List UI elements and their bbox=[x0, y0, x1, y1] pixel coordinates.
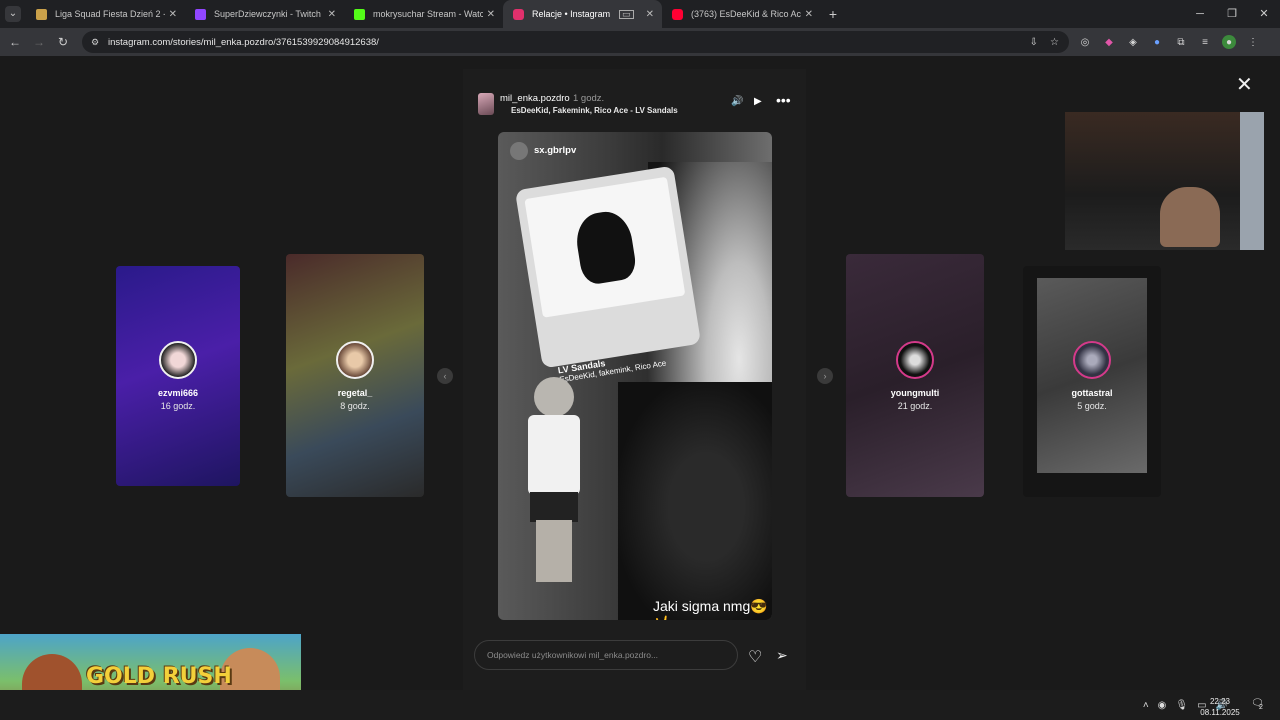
story-username: ezvmi666 bbox=[157, 388, 199, 398]
browser-tab-2[interactable]: mokrysuchar Stream - Watch Li ✕ bbox=[344, 0, 503, 28]
side-story-youngmulti[interactable]: youngmulti 21 godz. bbox=[846, 254, 984, 497]
clock-time: 22:23 bbox=[1209, 697, 1231, 706]
notification-icon[interactable]: 🗨 2 bbox=[1251, 698, 1265, 712]
jacket-shape bbox=[618, 382, 772, 620]
heart-icon[interactable]: ♡ bbox=[748, 647, 762, 667]
volume-icon[interactable]: 🔊 bbox=[731, 96, 743, 107]
previous-story-arrow[interactable]: ‹ bbox=[437, 368, 453, 384]
diamond-extension-icon[interactable]: ◈ bbox=[1126, 35, 1140, 49]
install-app-icon[interactable]: ⇩ bbox=[1030, 37, 1038, 48]
badge-extension-icon[interactable]: ● bbox=[1150, 35, 1164, 49]
avatar bbox=[510, 142, 528, 160]
wall-shape bbox=[1240, 112, 1264, 250]
shield-extension-icon[interactable]: ◆ bbox=[1102, 35, 1116, 49]
side-story-gottastral[interactable]: gottastral 5 godz. bbox=[1023, 266, 1161, 497]
tab-close-icon[interactable]: ✕ bbox=[805, 9, 813, 20]
story-time: 16 godz. bbox=[160, 401, 196, 411]
tab-title: (3763) EsDeeKid & Rico Ace - P bbox=[691, 9, 801, 19]
story-username[interactable]: mil_enka.pozdro bbox=[500, 93, 570, 104]
next-story-arrow[interactable]: › bbox=[817, 368, 833, 384]
tab-close-icon[interactable]: ✕ bbox=[169, 9, 177, 20]
music-label[interactable]: EsDeeKid, Fakemink, Rico Ace - LV Sandal… bbox=[511, 106, 678, 115]
story-username: regetal_ bbox=[337, 388, 373, 398]
browser-tab-3[interactable]: Relacje • Instagram ▭ ✕ bbox=[503, 0, 662, 28]
new-tab-button[interactable]: + bbox=[821, 6, 845, 22]
story-time: 21 godz. bbox=[897, 401, 933, 411]
story-time: 8 godz. bbox=[340, 401, 370, 411]
reply-input[interactable] bbox=[487, 647, 727, 663]
browser-tab-4[interactable]: (3763) EsDeeKid & Rico Ace - P ✕ bbox=[662, 0, 821, 28]
profile-avatar[interactable]: ● bbox=[1222, 35, 1236, 49]
chevron-down-icon: ⌄ bbox=[5, 6, 21, 22]
extensions-area: ◎ ◆ ◈ ● ⧉ ≡ ● ⋮ bbox=[1078, 31, 1260, 53]
story-username: gottastral bbox=[1071, 388, 1113, 398]
mention-tag[interactable]: sx.gbrlpv bbox=[534, 145, 576, 156]
story-username: youngmulti bbox=[890, 388, 940, 398]
incognito-icon[interactable]: ◎ bbox=[1078, 35, 1092, 49]
tab-title: Liga Squad Fiesta Dzień 2 - prz bbox=[55, 9, 165, 19]
browser-toolbar: ← → ↻ ⚙ instagram.com/stories/mil_enka.p… bbox=[0, 28, 1280, 56]
browser-tab-0[interactable]: Liga Squad Fiesta Dzień 2 - prz ✕ bbox=[26, 0, 185, 28]
story-media[interactable]: LV Sandals EsDeeKid, fakemink, Rico Ace … bbox=[498, 132, 772, 620]
close-window-button[interactable]: ✕ bbox=[1248, 0, 1280, 28]
story-caption: Jaki sigma nmg😎🤘 bbox=[653, 598, 768, 620]
minimize-button[interactable]: ─ bbox=[1184, 0, 1216, 28]
tab-title: mokrysuchar Stream - Watch Li bbox=[373, 9, 483, 19]
microphone-icon[interactable]: 🎙 bbox=[1175, 700, 1188, 711]
back-arrow-icon[interactable]: ← bbox=[3, 35, 27, 49]
send-icon[interactable]: ➢ bbox=[776, 647, 788, 664]
restore-button[interactable]: ❐ bbox=[1216, 0, 1248, 28]
close-icon[interactable]: ✕ bbox=[1236, 72, 1253, 97]
address-bar[interactable]: ⚙ instagram.com/stories/mil_enka.pozdro/… bbox=[82, 31, 1069, 53]
anime-character-sticker bbox=[514, 377, 594, 592]
tab-favicon bbox=[672, 8, 683, 20]
site-info-icon[interactable]: ⚙ bbox=[88, 37, 102, 48]
more-menu-icon[interactable]: ⋮ bbox=[1246, 35, 1260, 49]
avatar bbox=[1073, 341, 1111, 379]
avatar bbox=[336, 341, 374, 379]
clock[interactable]: 22:23 08.11.2025 bbox=[1200, 696, 1240, 718]
tab-favicon bbox=[36, 8, 47, 20]
side-story-ezvmi666[interactable]: ezvmi666 16 godz. bbox=[116, 266, 240, 486]
music-sticker bbox=[514, 165, 702, 369]
forward-arrow-icon[interactable]: → bbox=[27, 35, 51, 49]
avatar bbox=[896, 341, 934, 379]
reply-field[interactable] bbox=[474, 640, 738, 670]
tab-favicon bbox=[195, 8, 206, 20]
play-icon[interactable]: ▶ bbox=[754, 96, 762, 107]
tab-favicon bbox=[513, 8, 524, 20]
tab-title: Relacje • Instagram bbox=[532, 9, 611, 19]
tab-title: SuperDziewczynki - Twitch bbox=[214, 9, 321, 19]
browser-tab-strip: ⌄ Liga Squad Fiesta Dzień 2 - prz ✕ Supe… bbox=[0, 0, 1280, 28]
chevron-up-icon[interactable]: ˄ bbox=[1143, 700, 1149, 711]
more-options-icon[interactable]: ••• bbox=[776, 92, 791, 108]
browser-tab-1[interactable]: SuperDziewczynki - Twitch ✕ bbox=[185, 0, 344, 28]
discord-icon[interactable]: ◉ bbox=[1158, 700, 1167, 711]
tab-close-icon[interactable]: ✕ bbox=[646, 9, 654, 20]
tab-search-button[interactable]: ⌄ bbox=[0, 0, 26, 28]
webcam-overlay bbox=[1065, 112, 1264, 250]
tab-favicon bbox=[354, 8, 365, 20]
bookmark-star-icon[interactable]: ☆ bbox=[1050, 37, 1059, 48]
avatar[interactable] bbox=[478, 93, 494, 115]
window-controls: ─ ❐ ✕ bbox=[1184, 0, 1280, 28]
story-time: 1 godz. bbox=[573, 93, 605, 104]
tab-close-icon[interactable]: ✕ bbox=[487, 9, 495, 20]
active-story: mil_enka.pozdro 1 godz. EsDeeKid, Fakemi… bbox=[463, 69, 806, 690]
puzzle-extensions-icon[interactable]: ⧉ bbox=[1174, 35, 1188, 49]
tab-close-icon[interactable]: ✕ bbox=[328, 9, 336, 20]
side-story-regetal[interactable]: regetal_ 8 godz. bbox=[286, 254, 424, 497]
notification-count: 2 bbox=[1259, 704, 1263, 711]
os-taskbar: ˄ ◉ 🎙 ▭ 🔊 22:23 08.11.2025 🗨 2 bbox=[0, 690, 1280, 720]
media-controls-icon[interactable]: ≡ bbox=[1198, 35, 1212, 49]
person-silhouette bbox=[1160, 187, 1220, 247]
game-title: GOLD RUSH bbox=[86, 664, 232, 689]
story-time: 5 godz. bbox=[1077, 401, 1107, 411]
url-text[interactable]: instagram.com/stories/mil_enka.pozdro/37… bbox=[108, 37, 379, 48]
album-art bbox=[524, 176, 686, 318]
avatar bbox=[159, 341, 197, 379]
picture-in-picture-icon[interactable]: ▭ bbox=[619, 9, 634, 19]
reload-icon[interactable]: ↻ bbox=[51, 35, 75, 49]
clock-date: 08.11.2025 bbox=[1200, 708, 1240, 717]
